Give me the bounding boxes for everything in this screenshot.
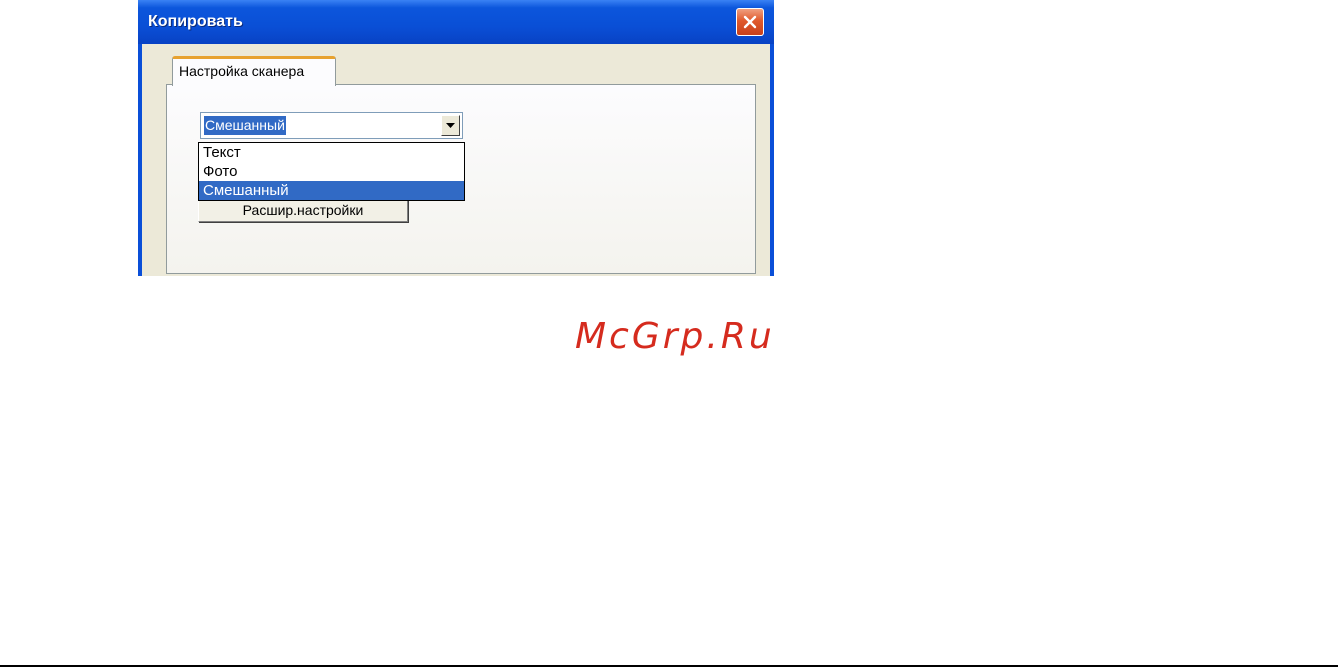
window-title: Копировать [148, 13, 243, 30]
page-bottom-divider [0, 665, 1338, 667]
dialog-client-area: Настройка сканера Смешанный Расшир.настр… [142, 44, 770, 276]
chevron-down-icon [446, 123, 455, 128]
advanced-settings-label: Расшир.настройки [242, 202, 364, 218]
titlebar[interactable]: Копировать [138, 0, 774, 44]
combobox-dropdown-button[interactable] [441, 115, 460, 136]
copy-dialog-window: Копировать Настройка сканера Смешанный Р… [138, 0, 774, 276]
combobox-dropdown-list: Текст Фото Смешанный [198, 142, 465, 201]
tab-label: Настройка сканера [179, 63, 305, 79]
watermark-text: McGrp.Ru [575, 316, 775, 357]
dropdown-option-photo[interactable]: Фото [199, 162, 464, 181]
document-type-combobox[interactable]: Смешанный [200, 112, 463, 139]
dropdown-option-text[interactable]: Текст [199, 143, 464, 162]
close-icon [743, 15, 757, 29]
close-button[interactable] [736, 8, 764, 36]
combobox-selected-value: Смешанный [204, 116, 286, 135]
tab-scanner-settings[interactable]: Настройка сканера [172, 56, 336, 86]
dropdown-option-mixed[interactable]: Смешанный [199, 181, 464, 200]
